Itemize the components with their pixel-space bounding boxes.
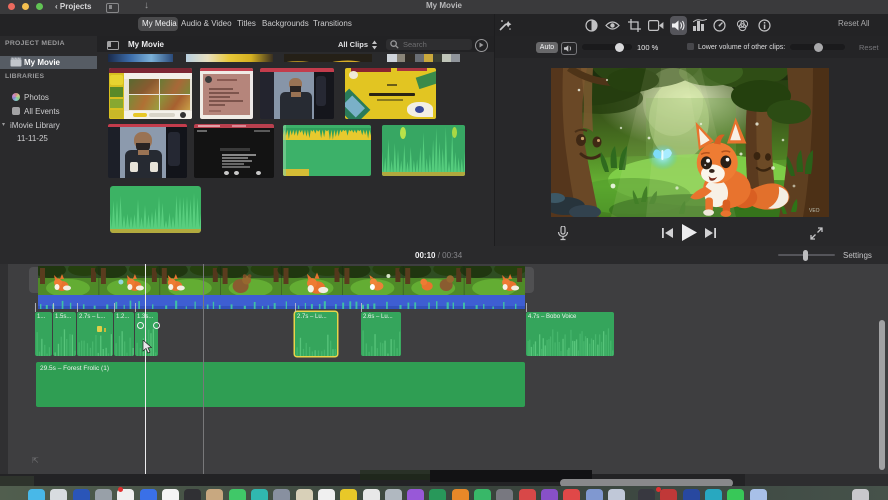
svg-text:VEO: VEO [809, 208, 820, 214]
